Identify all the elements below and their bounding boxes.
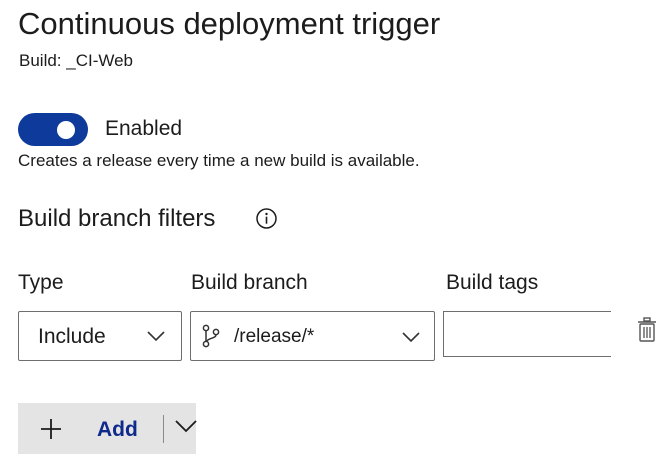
delete-filter-icon[interactable] (637, 317, 657, 348)
info-icon[interactable] (256, 208, 277, 229)
enabled-toggle[interactable] (18, 113, 88, 146)
column-header-type: Type (18, 271, 64, 294)
branch-dropdown[interactable]: /release/* (190, 311, 435, 361)
chevron-down-icon[interactable] (175, 420, 197, 438)
type-dropdown[interactable]: Include (18, 311, 182, 361)
chevron-down-icon (402, 330, 420, 348)
plus-icon (40, 418, 62, 445)
trigger-description: Creates a release every time a new build… (18, 151, 420, 170)
page-title: Continuous deployment trigger (18, 6, 441, 41)
add-filter-button[interactable]: Add (18, 403, 197, 454)
type-dropdown-value: Include (38, 325, 106, 348)
build-name: Build: _CI-Web (19, 51, 134, 70)
column-header-tags: Build tags (446, 271, 539, 294)
build-tags-input[interactable] (443, 311, 611, 357)
section-title: Build branch filters (18, 205, 216, 232)
add-button-label: Add (97, 418, 138, 441)
toggle-knob (57, 121, 75, 139)
button-divider (163, 415, 164, 443)
branch-dropdown-value: /release/* (234, 326, 315, 347)
chevron-down-icon (147, 329, 165, 347)
branch-icon (201, 324, 221, 353)
column-header-branch: Build branch (191, 271, 308, 294)
toggle-label: Enabled (105, 117, 183, 140)
